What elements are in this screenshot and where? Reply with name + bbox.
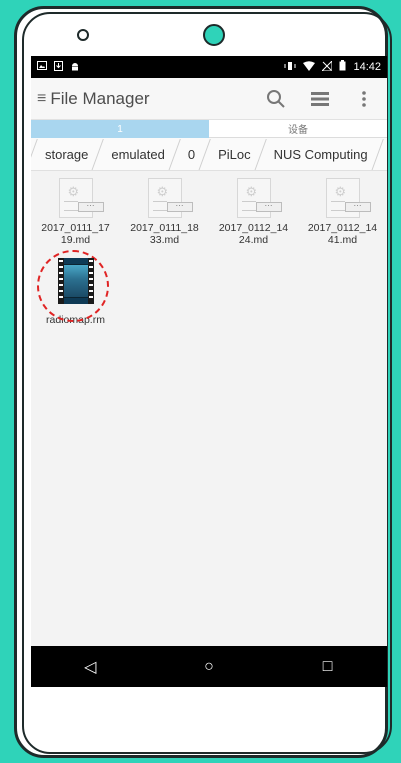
file-name: 2017_0112_14 41.md xyxy=(307,222,378,246)
status-left xyxy=(37,60,80,74)
sensor-dot xyxy=(77,29,89,41)
breadcrumb-nus-computing[interactable]: NUS Computing xyxy=(260,147,377,162)
more-vert-icon[interactable] xyxy=(347,82,381,116)
battery-icon xyxy=(339,60,346,74)
search-icon[interactable] xyxy=(259,82,293,116)
image-icon xyxy=(37,61,47,73)
vibrate-icon xyxy=(284,61,296,74)
document-icon: ⚙ ··· xyxy=(325,178,371,218)
breadcrumb-storage[interactable]: storage xyxy=(31,147,97,162)
storage-icon[interactable] xyxy=(303,82,337,116)
status-bar: 14:42 xyxy=(31,56,387,78)
file-name: 2017_0111_18 33.md xyxy=(130,222,199,246)
app-bar: ≡ File Manager xyxy=(31,78,387,120)
nav-bar: ◁ ○ □ xyxy=(31,646,387,687)
app-title: File Manager xyxy=(50,88,150,108)
no-signal-icon xyxy=(321,59,333,74)
breadcrumb-0[interactable]: 0 xyxy=(174,147,204,162)
breadcrumb-piloc[interactable]: PiLoc xyxy=(204,147,260,162)
clock: 14:42 xyxy=(353,61,381,73)
tab-bar: 1 设备 xyxy=(31,120,387,138)
file-item-radiomap[interactable]: radiomap.rm xyxy=(31,250,120,326)
document-icon: ⚙ ··· xyxy=(147,178,193,218)
status-right: 14:42 xyxy=(284,59,381,74)
home-button[interactable]: ○ xyxy=(179,646,239,687)
document-icon: ⚙ ··· xyxy=(236,178,282,218)
file-name: radiomap.rm xyxy=(46,314,105,326)
wifi-icon xyxy=(303,60,316,74)
front-camera xyxy=(203,24,225,46)
tab-1[interactable]: 1 xyxy=(31,120,209,138)
file-item[interactable]: ⚙ ··· 2017_0112_14 41.md xyxy=(298,177,387,246)
back-button[interactable]: ◁ xyxy=(60,646,120,687)
file-item[interactable]: ⚙ ··· 2017_0112_14 24.md xyxy=(209,177,298,246)
breadcrumb-1[interactable]: 1 xyxy=(377,147,387,162)
file-item[interactable]: ⚙ ··· 2017_0111_18 33.md xyxy=(120,177,209,246)
file-item[interactable]: ⚙ ··· 2017_0111_17 19.md xyxy=(31,177,120,246)
file-name: 2017_0111_17 19.md xyxy=(41,222,110,246)
video-file-icon xyxy=(57,258,94,304)
android-icon xyxy=(70,61,80,74)
download-icon xyxy=(54,60,63,74)
file-grid: ⚙ ··· 2017_0111_17 19.md ⚙ ··· 2017_0111_18… xyxy=(31,171,387,334)
document-icon: ⚙ ··· xyxy=(58,178,104,218)
drawer-menu-icon[interactable]: ≡ xyxy=(37,90,46,108)
breadcrumb: storage emulated 0 PiLoc NUS Computing 1 xyxy=(31,138,387,171)
breadcrumb-emulated[interactable]: emulated xyxy=(97,147,173,162)
file-name: 2017_0112_14 24.md xyxy=(218,222,289,246)
screen: 14:42 ≡ File Manager 1 设备 storage emulat… xyxy=(31,56,387,687)
tab-device[interactable]: 设备 xyxy=(209,120,387,138)
recents-button[interactable]: □ xyxy=(298,646,358,687)
